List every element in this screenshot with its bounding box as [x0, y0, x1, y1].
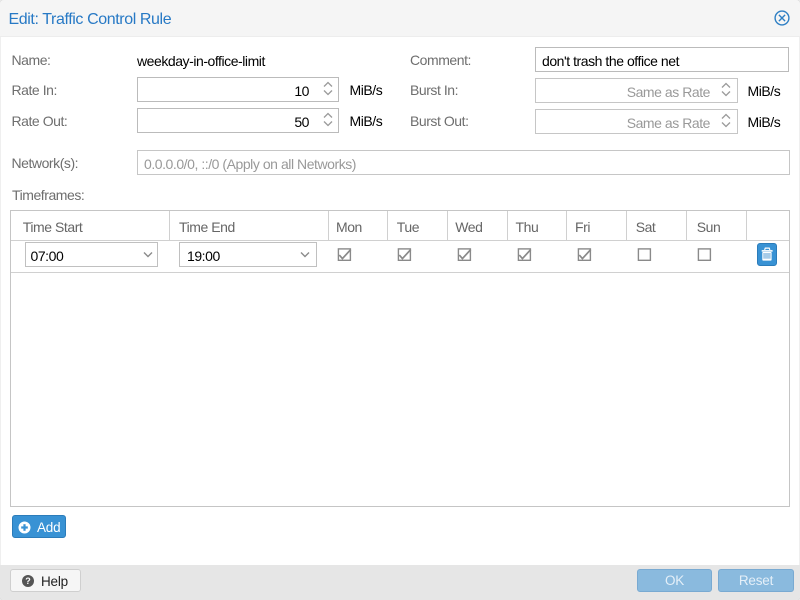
- svg-text:?: ?: [25, 576, 31, 586]
